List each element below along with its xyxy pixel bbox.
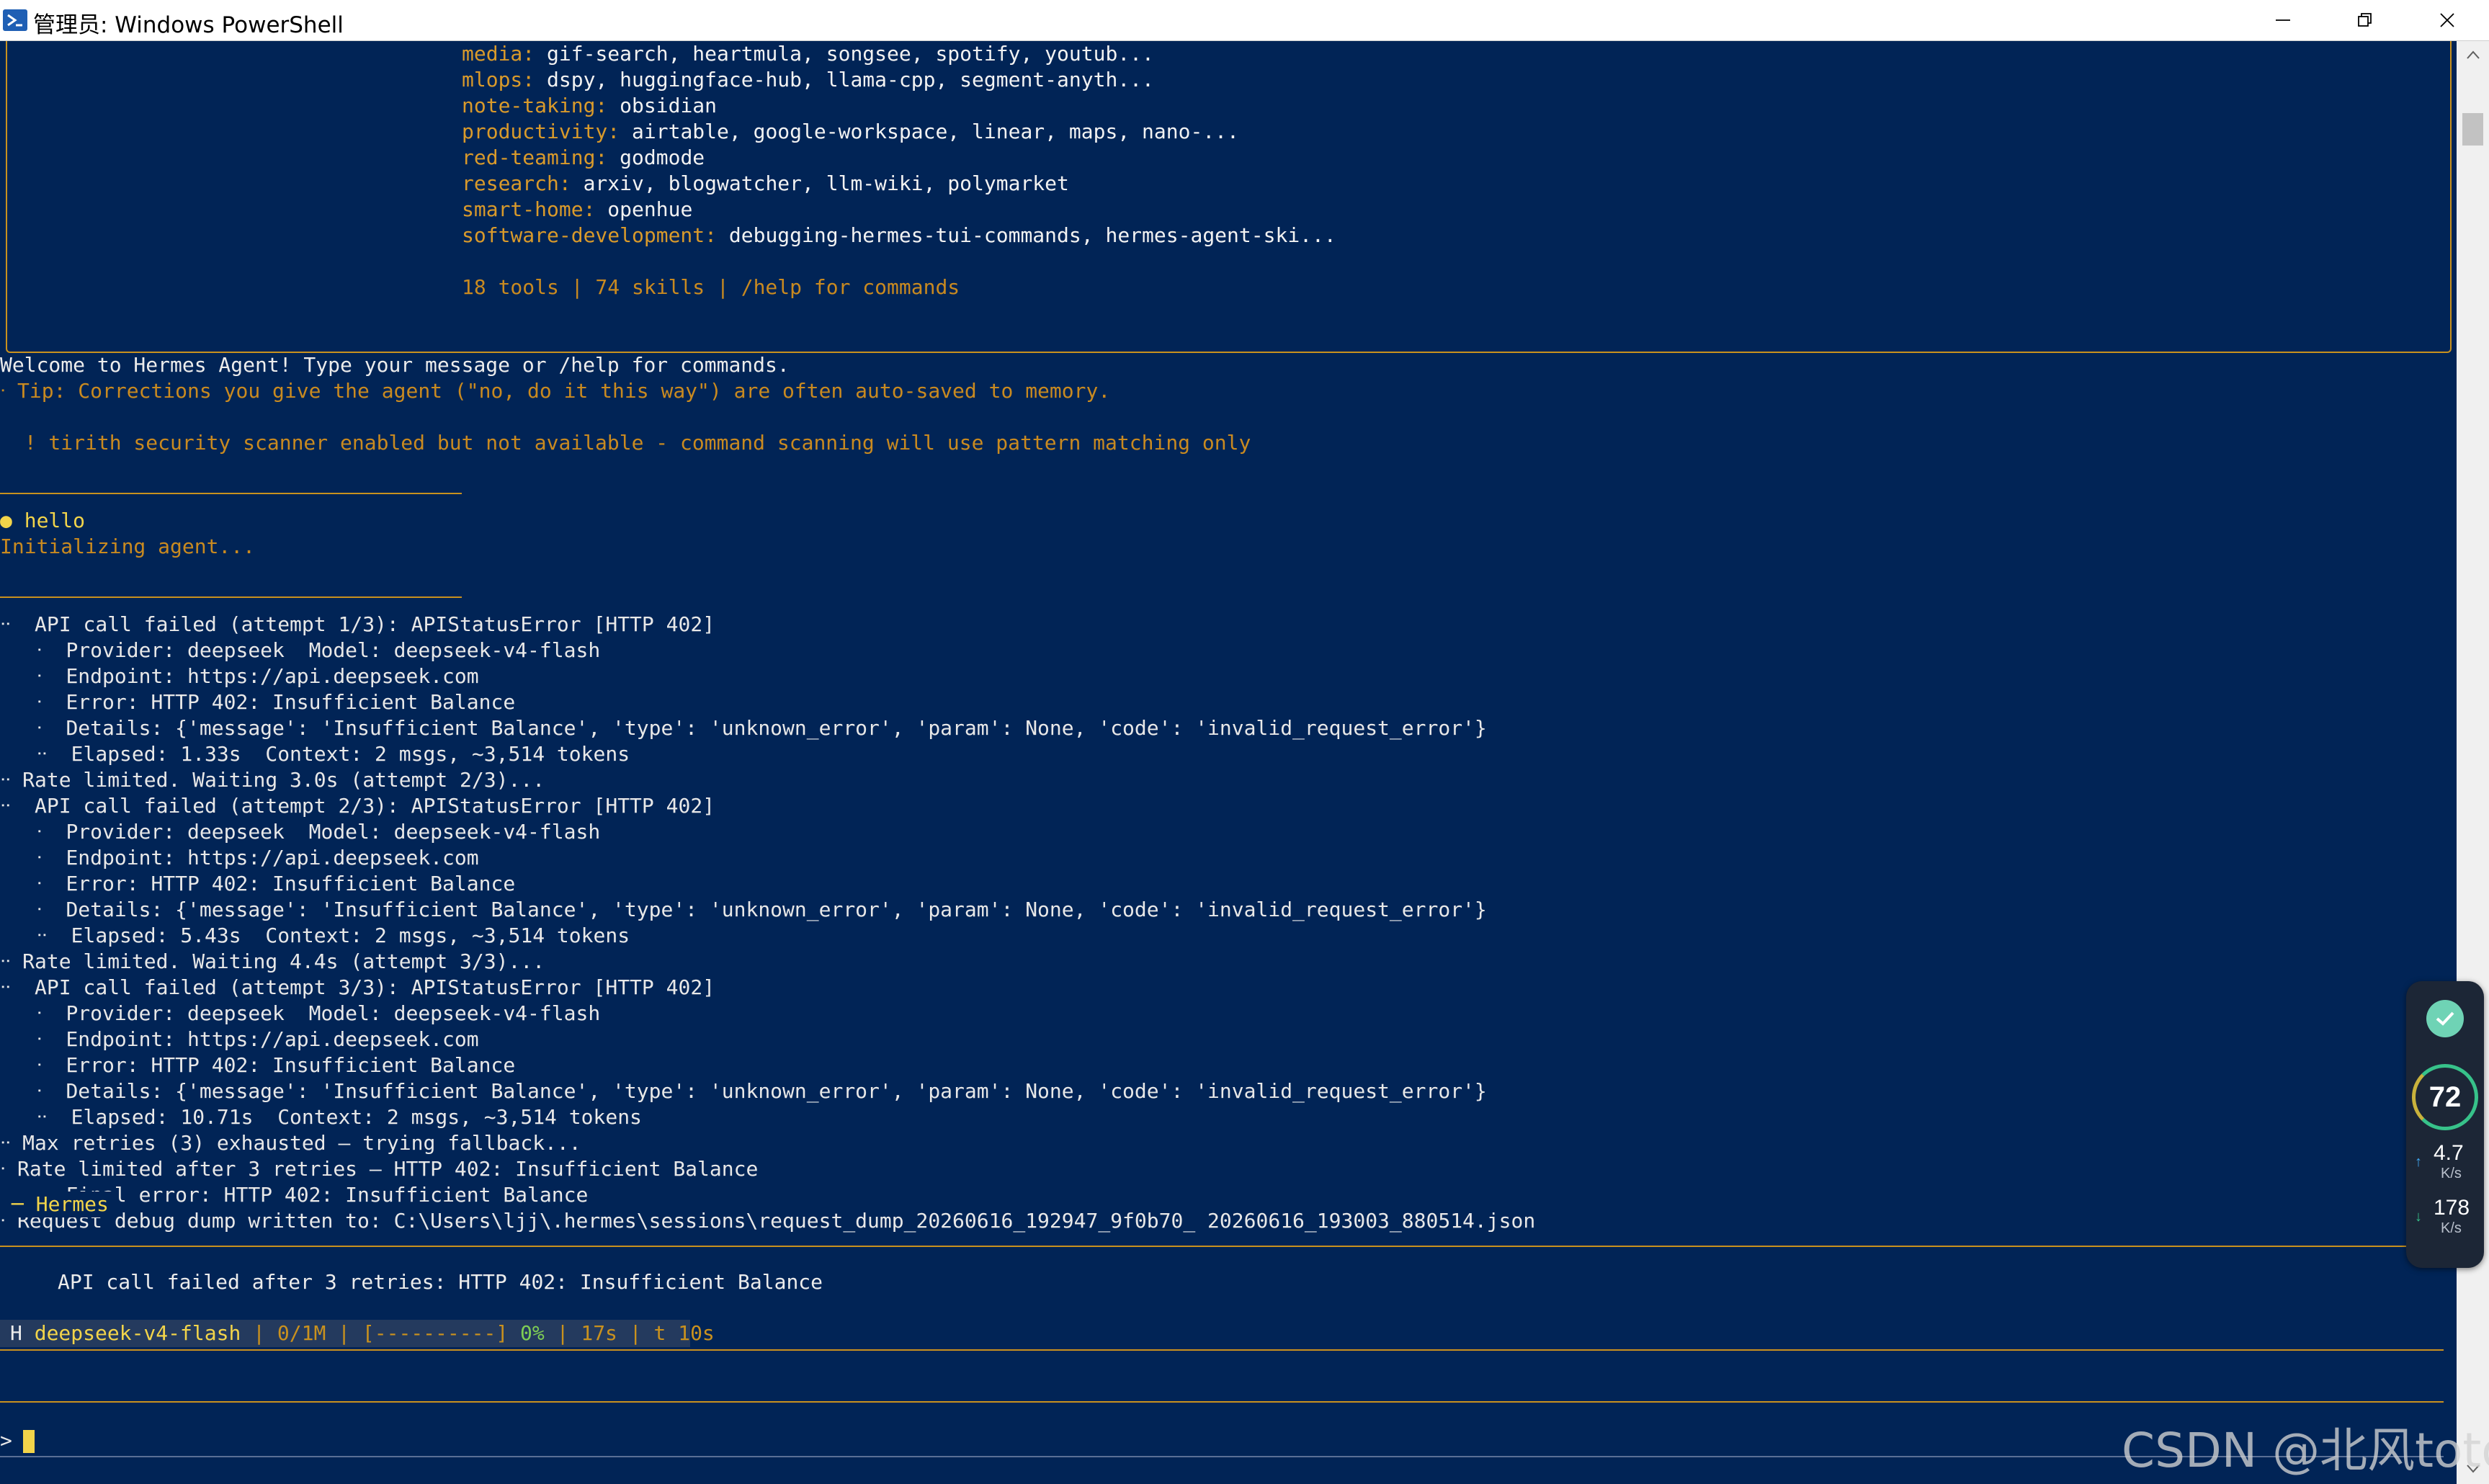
log-line: ᐧ Error: HTTP 402: Insufficient Balance xyxy=(0,1053,516,1077)
status-elapsed: 17s xyxy=(581,1321,617,1345)
download-speed: ↓ 178 K/s xyxy=(2415,1196,2470,1236)
network-monitor-widget[interactable]: 72 ↑ 4.7 K/s ↓ 178 K/s xyxy=(2406,981,2484,1268)
title-bar: 管理员: Windows PowerShell xyxy=(0,0,2489,41)
log-line: ᐧᐧ API call failed (attempt 3/3): APISta… xyxy=(0,975,715,999)
log-line: ᐧ Details: {'message': 'Insufficient Bal… xyxy=(0,716,1487,740)
restore-icon xyxy=(2356,12,2374,29)
minimize-icon xyxy=(2274,12,2292,29)
status-turn: t 10s xyxy=(653,1321,715,1345)
csdn-watermark: CSDN @北风toto xyxy=(2122,1423,2489,1478)
skill-row: software-development: debugging-hermes-t… xyxy=(462,223,1336,247)
status-progress-bar: [----------] xyxy=(362,1321,509,1345)
skill-row: media: gif-search, heartmula, songsee, s… xyxy=(462,42,1154,66)
close-button[interactable] xyxy=(2406,0,2488,40)
divider xyxy=(0,1456,2444,1457)
log-line: ᐧᐧ Elapsed: 5.43s Context: 2 msgs, ~3,51… xyxy=(0,924,630,947)
powershell-icon xyxy=(3,9,27,31)
log-line: ᐧᐧ API call failed (attempt 2/3): APISta… xyxy=(0,794,715,818)
log-line: ᐧ Details: {'message': 'Insufficient Bal… xyxy=(0,1079,1487,1103)
divider xyxy=(0,1401,2444,1403)
window-title: 管理员: Windows PowerShell xyxy=(33,12,344,38)
banner-summary: 18 tools | 74 skills | /help for command… xyxy=(462,275,960,299)
status-bar: H deepseek-v4-flash | 0/1M | [----------… xyxy=(0,1320,715,1347)
prompt-symbol: > xyxy=(0,1429,12,1452)
log-line: ᐧ Provider: deepseek Model: deepseek-v4-… xyxy=(0,638,601,662)
log-line: ᐧᐧ Elapsed: 1.33s Context: 2 msgs, ~3,51… xyxy=(0,742,630,766)
status-percent: 0% xyxy=(508,1321,545,1345)
arrow-down-icon: ↓ xyxy=(2415,1209,2422,1225)
skill-row: productivity: airtable, google-workspace… xyxy=(462,120,1239,143)
chevron-up-icon xyxy=(2466,49,2480,63)
minimize-button[interactable] xyxy=(2242,0,2324,40)
close-icon xyxy=(2439,12,2456,29)
log-line: ᐧᐧ Rate limited. Waiting 3.0s (attempt 2… xyxy=(0,768,545,792)
check-icon xyxy=(2426,1000,2464,1037)
skill-row: mlops: dspy, huggingface-hub, llama-cpp,… xyxy=(462,68,1154,91)
tip-message: ᐧ Tip: Corrections you give the agent ("… xyxy=(0,379,1111,403)
log-line: ᐧ Rate limited after 3 retries — HTTP 40… xyxy=(0,1157,759,1181)
skill-row: note-taking: obsidian xyxy=(462,94,718,117)
hermes-divider xyxy=(0,1246,2408,1247)
arrow-up-icon: ↑ xyxy=(2415,1154,2422,1170)
security-warning: ! tirith security scanner enabled but no… xyxy=(0,431,1251,455)
log-line: ᐧ Request debug dump written to: C:\User… xyxy=(0,1209,1536,1233)
hermes-response: API call failed after 3 retries: HTTP 40… xyxy=(58,1270,823,1294)
restore-button[interactable] xyxy=(2324,0,2406,40)
log-line: ᐧᐧ Rate limited. Waiting 4.4s (attempt 3… xyxy=(0,949,545,973)
input-cursor[interactable] xyxy=(23,1430,35,1453)
welcome-message: Welcome to Hermes Agent! Type your messa… xyxy=(0,353,790,377)
log-line: ᐧ Endpoint: https://api.deepseek.com xyxy=(0,846,479,870)
log-line: ᐧᐧ API call failed (attempt 1/3): APISta… xyxy=(0,612,715,636)
log-line: ᐧ Provider: deepseek Model: deepseek-v4-… xyxy=(0,820,601,844)
log-line: ᐧ Provider: deepseek Model: deepseek-v4-… xyxy=(0,1001,601,1025)
divider xyxy=(0,596,462,598)
hermes-label: ─ Hermes xyxy=(12,1192,113,1217)
scroll-thumb[interactable] xyxy=(2462,113,2483,146)
log-line: ᐧ Details: {'message': 'Insufficient Bal… xyxy=(0,898,1487,921)
log-line: ᐧ Error: HTTP 402: Insufficient Balance xyxy=(0,872,516,895)
skill-row: research: arxiv, blogwatcher, llm-wiki, … xyxy=(462,171,1069,195)
terminal-output[interactable]: media: gif-search, heartmula, songsee, s… xyxy=(0,41,2457,1484)
status-model: deepseek-v4-flash xyxy=(34,1321,241,1345)
skill-row: red-teaming: godmode xyxy=(462,146,705,169)
scroll-up-button[interactable] xyxy=(2457,41,2489,70)
log-line: ᐧ Error: HTTP 402: Insufficient Balance xyxy=(0,690,516,714)
divider xyxy=(0,493,462,494)
banner-panel xyxy=(6,41,2452,353)
network-score: 72 xyxy=(2412,1064,2478,1130)
upload-speed: ↑ 4.7 K/s xyxy=(2415,1141,2464,1181)
status-tokens: 0/1M xyxy=(277,1321,326,1345)
initializing-status: Initializing agent... xyxy=(0,535,256,558)
user-message: ● hello xyxy=(0,509,86,532)
log-line: ᐧᐧ Elapsed: 10.71s Context: 2 msgs, ~3,5… xyxy=(0,1105,642,1129)
log-line: ᐧᐧ Max retries (3) exhausted — trying fa… xyxy=(0,1131,581,1155)
divider xyxy=(0,1349,2444,1351)
skill-row: smart-home: openhue xyxy=(462,197,693,221)
log-line: ᐧ Endpoint: https://api.deepseek.com xyxy=(0,664,479,688)
log-line: ᐧ Endpoint: https://api.deepseek.com xyxy=(0,1027,479,1051)
